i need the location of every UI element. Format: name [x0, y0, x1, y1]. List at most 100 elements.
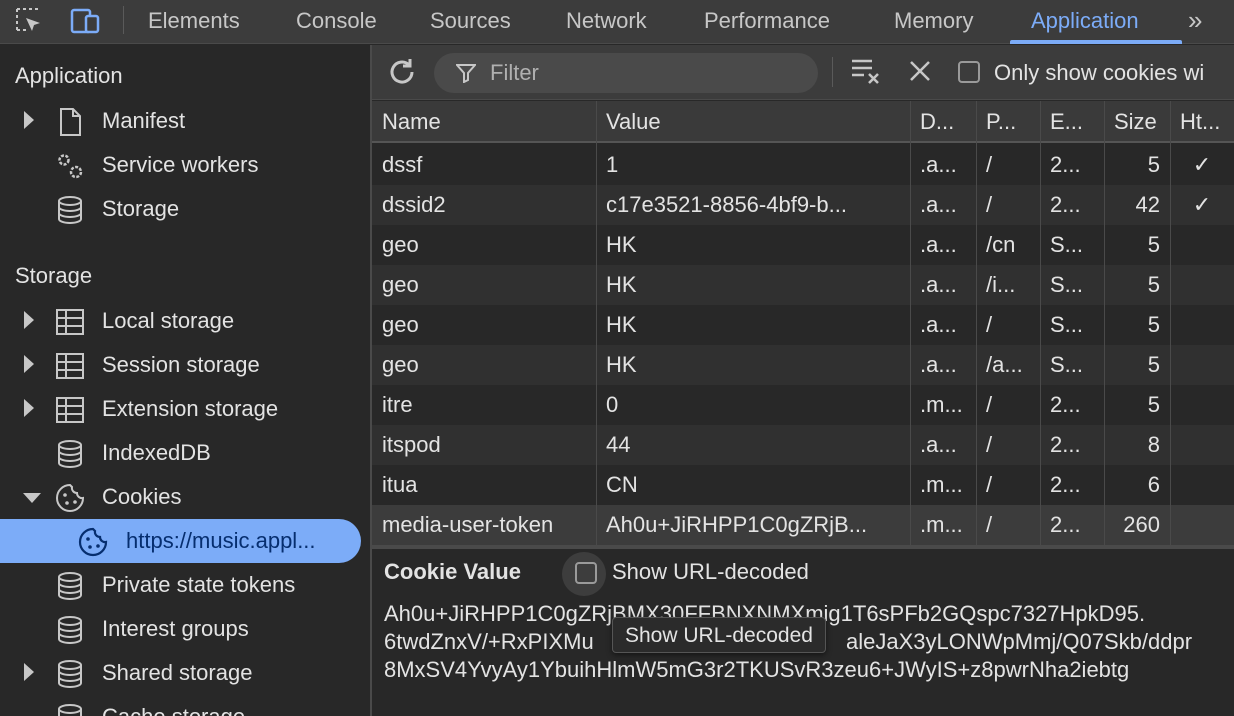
refresh-icon[interactable]: [386, 56, 418, 88]
column-divider[interactable]: [1104, 101, 1105, 545]
cell-value: 0: [606, 392, 619, 417]
cell-size: 42: [1135, 192, 1160, 217]
sidebar-item-indexeddb[interactable]: IndexedDB: [0, 431, 370, 475]
cell-domain: .a...: [920, 312, 957, 337]
cell-expires: 2...: [1050, 392, 1081, 417]
tab-sources[interactable]: Sources: [430, 0, 511, 44]
sidebar-item-cookies[interactable]: Cookies: [0, 475, 370, 519]
clear-all-cookies-icon[interactable]: [850, 57, 882, 87]
cookie-value-line: 8MxSV4YvyAy1YbuihHlmW5mG3r2TKUSvR3zeu6+J…: [384, 657, 1130, 682]
sidebar-item-label: Storage: [102, 196, 180, 221]
cell-value: c17e3521-8856-4bf9-b...: [606, 192, 847, 217]
column-header-expires[interactable]: E...: [1040, 101, 1104, 143]
cell-size: 5: [1147, 152, 1160, 177]
more-tabs-icon[interactable]: »: [1188, 5, 1202, 36]
column-header-domain[interactable]: D...: [910, 101, 976, 143]
cell-name: geo: [382, 232, 419, 257]
cell-name: dssid2: [382, 192, 446, 217]
cell-size: 8: [1147, 432, 1160, 457]
cell-value: HK: [606, 312, 637, 337]
cell-expires: 2...: [1050, 472, 1081, 497]
cell-path: /: [986, 192, 993, 217]
cell-path: /a...: [986, 352, 1023, 377]
expand-arrow-icon[interactable]: [24, 111, 34, 129]
tab-memory[interactable]: Memory: [894, 0, 973, 44]
application-section-header: Application: [15, 63, 123, 88]
cell-httponly: [1170, 225, 1234, 265]
sidebar-item-label: Session storage: [102, 352, 260, 377]
sidebar-item-manifest[interactable]: Manifest: [0, 99, 370, 143]
cell-name: itre: [382, 392, 413, 417]
column-header-value[interactable]: Value: [596, 101, 910, 143]
cell-domain: .m...: [920, 392, 963, 417]
sidebar-item-interest-groups[interactable]: Interest groups: [0, 607, 370, 651]
expand-arrow-icon[interactable]: [24, 355, 34, 373]
sidebar-item-storage[interactable]: Storage: [0, 187, 370, 231]
sidebar-item-service-workers[interactable]: Service workers: [0, 143, 370, 187]
column-header-name[interactable]: Name: [372, 101, 596, 143]
column-divider[interactable]: [976, 101, 977, 545]
column-header-path[interactable]: P...: [976, 101, 1040, 143]
device-toolbar-icon[interactable]: [70, 6, 100, 36]
delete-selected-icon[interactable]: [908, 59, 932, 83]
sidebar-item-label: Local storage: [102, 308, 235, 333]
tab-network[interactable]: Network: [566, 0, 647, 44]
only-show-issues-checkbox[interactable]: [958, 61, 980, 83]
column-header-size[interactable]: Size: [1104, 101, 1170, 143]
cell-domain: .a...: [920, 152, 957, 177]
cookies-table: Name Value D... P... E... Size Ht... dss…: [372, 101, 1234, 545]
cookie-value-line: 6twdZnxV/+RxPIXMu: [384, 629, 594, 654]
show-url-decoded-label[interactable]: Show URL-decoded: [612, 559, 809, 585]
tab-elements[interactable]: Elements: [148, 0, 240, 44]
filter-input[interactable]: Filter: [434, 53, 818, 93]
cell-expires: S...: [1050, 232, 1084, 257]
expand-arrow-icon[interactable]: [24, 311, 34, 329]
database-icon: [58, 704, 82, 716]
expand-arrow-icon[interactable]: [24, 399, 34, 417]
column-divider[interactable]: [596, 101, 597, 545]
cell-size: 5: [1147, 312, 1160, 337]
tab-console[interactable]: Console: [296, 0, 377, 44]
cookie-icon: [78, 527, 108, 557]
cell-domain: .a...: [920, 432, 957, 457]
cell-path: /i...: [986, 272, 1016, 297]
filter-placeholder: Filter: [490, 60, 539, 85]
column-divider[interactable]: [1040, 101, 1041, 545]
cell-expires: 2...: [1050, 512, 1081, 537]
sidebar-item-shared-storage[interactable]: Shared storage: [0, 651, 370, 695]
sidebar-item-label: Service workers: [102, 152, 259, 177]
sidebar-item-private-state-tokens[interactable]: Private state tokens: [0, 563, 370, 607]
sidebar-item-cookie-origin[interactable]: https://music.appl...: [0, 519, 361, 563]
show-url-decoded-checkbox[interactable]: [575, 562, 597, 584]
cell-size: 5: [1147, 392, 1160, 417]
sidebar-item-session-storage[interactable]: Session storage: [0, 343, 370, 387]
cell-value: Ah0u+JiRHPP1C0gZRjB...: [606, 512, 868, 537]
application-sidebar: Application Manifest Service workers Sto…: [0, 45, 370, 716]
tab-application[interactable]: Application: [1031, 0, 1139, 44]
cookie-icon: [56, 483, 85, 512]
cell-expires: 2...: [1050, 152, 1081, 177]
toolbar-separator: [832, 57, 833, 87]
inspect-element-icon[interactable]: [14, 6, 44, 36]
collapse-arrow-icon[interactable]: [23, 493, 41, 503]
sidebar-item-label: https://music.appl...: [126, 528, 316, 553]
cell-size: 5: [1147, 272, 1160, 297]
sidebar-item-label: IndexedDB: [102, 440, 211, 465]
cell-expires: S...: [1050, 352, 1084, 377]
column-divider[interactable]: [1170, 101, 1171, 545]
cell-httponly: [1170, 505, 1234, 545]
cell-httponly: ✓: [1192, 152, 1212, 177]
sidebar-item-extension-storage[interactable]: Extension storage: [0, 387, 370, 431]
cell-size: 260: [1123, 512, 1160, 537]
cell-expires: 2...: [1050, 192, 1081, 217]
sidebar-item-cache-storage[interactable]: Cache storage: [0, 695, 370, 716]
tab-performance[interactable]: Performance: [704, 0, 830, 44]
sidebar-item-label: Private state tokens: [102, 572, 296, 597]
cell-domain: .a...: [920, 192, 957, 217]
column-header-httponly[interactable]: Ht...: [1170, 101, 1234, 143]
column-divider[interactable]: [910, 101, 911, 545]
cell-name: geo: [382, 272, 419, 297]
sidebar-item-local-storage[interactable]: Local storage: [0, 299, 370, 343]
database-icon: [58, 616, 82, 645]
expand-arrow-icon[interactable]: [24, 663, 34, 681]
